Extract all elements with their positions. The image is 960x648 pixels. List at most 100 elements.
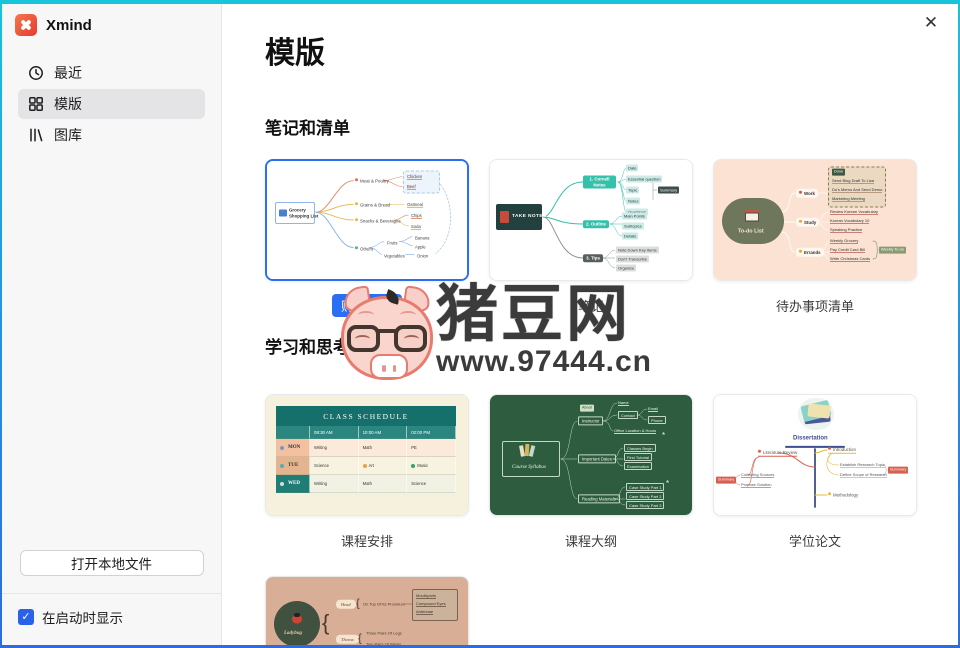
thumb-node: Reading Materials	[578, 494, 620, 503]
xmind-template-window: Xmind 最近 模版 图库 打开本地文件 ✓ 在启动时显示 ✕	[2, 4, 958, 645]
show-on-startup-checkbox[interactable]: ✓	[18, 609, 34, 625]
section-heading: 笔记和清单	[265, 114, 958, 139]
sidebar-item-library[interactable]: 图库	[18, 120, 205, 150]
thumb-node: Weekly Grocery	[830, 238, 858, 244]
app-title: Xmind	[46, 17, 92, 34]
thumb-node: TAKE NOTES	[512, 214, 547, 220]
thumb-node: Meat & Poultry	[355, 178, 389, 184]
startup-row: ✓ 在启动时显示	[2, 593, 221, 645]
thumb-node: Introduction	[828, 447, 856, 454]
template-card-takenotes[interactable]: TAKE NOTES1. Cornell NotesDateEssential …	[489, 159, 693, 281]
thumb-node: {	[358, 634, 362, 645]
thumb-node: Don't Transcribe	[616, 256, 649, 263]
thumb-node: {	[322, 612, 329, 634]
thumb-node: Review Korean Vocabulary	[830, 209, 878, 215]
thumb-node: Onion	[417, 253, 428, 258]
template-section: Ladybug{Head{On Top Of Its PronotumMouth…	[265, 576, 958, 645]
template-caption[interactable]: 待办事项清单	[713, 293, 917, 317]
thumb-node: Summary	[658, 187, 679, 194]
thumb-node: Main Points	[622, 213, 647, 220]
thumb-node: On Top Of Its Pronotum	[363, 602, 405, 607]
close-icon[interactable]: ✕	[918, 10, 944, 36]
sidebar-nav: 最近 模版 图库	[18, 58, 205, 150]
thumb-node: 1. Cornell Notes	[583, 176, 616, 189]
thumb-node: Name	[618, 400, 629, 406]
thumb-node: Banana	[415, 235, 429, 240]
thumb-node: Study	[796, 218, 819, 227]
template-caption[interactable]: 课程大纲	[489, 528, 693, 552]
template-caption[interactable]: 课程安排	[265, 528, 469, 552]
thumb-node: Organize	[616, 265, 636, 272]
thumb-node: Compound Eyes	[416, 601, 446, 607]
thumb-node	[294, 613, 300, 617]
sidebar-item-label: 模版	[54, 94, 82, 114]
thumbnail: Ladybug{Head{On Top Of Its PronotumMouth…	[266, 577, 468, 645]
class-schedule-table: CLASS SCHEDULE08:30 AM10:00 AM02:00 PMMO…	[276, 406, 456, 493]
thumb-node: Pay Credit Card Bill	[830, 247, 865, 253]
thumb-node: Head	[336, 600, 356, 609]
thumb-node: Case Study Part 3	[626, 501, 664, 509]
thumb-node: Fruits	[387, 240, 397, 245]
sidebar-bottom: 打开本地文件 ✓ 在启动时显示	[2, 550, 221, 645]
thumb-node: Speaking Practice	[830, 227, 862, 233]
thumb-node: Collecting Sources	[741, 472, 774, 478]
template-card-dissertation[interactable]: DissertationLiterature ReviewCollecting …	[713, 394, 917, 516]
sidebar-item-templates[interactable]: 模版	[18, 89, 205, 119]
sidebar: Xmind 最近 模版 图库 打开本地文件 ✓ 在启动时显示	[2, 4, 222, 645]
thumb-node: Ladybug	[284, 631, 302, 637]
thumb-node	[279, 210, 287, 217]
template-caption[interactable]: 学位论文	[713, 528, 917, 552]
template-card-schedule[interactable]: CLASS SCHEDULE08:30 AM10:00 AM02:00 PMMO…	[265, 394, 469, 516]
thumb-node: Grocery Shopping List	[289, 208, 318, 219]
thumb-node: Course Syllabus	[512, 464, 546, 471]
template-card-grocery[interactable]: Grocery Shopping List Meat & Poultry Chick…	[265, 159, 469, 281]
thumb-node: Beef	[407, 184, 416, 190]
thumbnail: DissertationLiterature ReviewCollecting …	[714, 395, 916, 515]
sections-container: 笔记和清单 Grocery Shopping List Meat & Poultry…	[265, 114, 958, 645]
thumb-node: Soda	[411, 224, 421, 230]
thumb-node: Methodology	[828, 492, 858, 498]
thumb-node: Topic	[626, 187, 639, 194]
thumb-node: Send Blog Draft To Lisa	[832, 178, 874, 184]
template-section: 笔记和清单 Grocery Shopping List Meat & Poultry…	[265, 114, 958, 317]
section-heading: 学习和思考	[265, 333, 958, 358]
thumb-node: 2. Outline	[583, 220, 609, 228]
sidebar-item-recent[interactable]: 最近	[18, 58, 205, 88]
thumb-node: Two Pairs Of Wings	[366, 642, 401, 646]
thumb-node: Snacks & Beverages	[355, 218, 401, 224]
thumb-node: Contact	[618, 411, 638, 419]
open-local-file-button[interactable]: 打开本地文件	[20, 550, 204, 576]
thumb-node: Email	[648, 406, 658, 412]
thumb-node: Chips	[411, 213, 422, 219]
template-card-syllabus[interactable]: Course SyllabusAboutInstructorNameContac…	[489, 394, 693, 516]
thumb-node: Phone	[648, 416, 666, 424]
thumb-node: Three Pairs Of Legs	[366, 631, 402, 636]
thumb-node: Establish Research Topic	[840, 462, 885, 468]
template-caption[interactable]: 笔记	[489, 293, 693, 317]
sidebar-item-label: 最近	[54, 63, 82, 83]
template-section: 学习和思考 CLASS SCHEDULE08:30 AM10:00 AM02:00…	[265, 333, 958, 552]
thumb-node: Literature Review	[758, 450, 797, 457]
template-card-ladybug[interactable]: Ladybug{Head{On Top Of Its PronotumMouth…	[265, 576, 469, 645]
thumb-node: Weekly To-do	[879, 247, 906, 254]
thumb-node: Case Study Part 1	[626, 483, 664, 491]
thumb-node: Chicken	[407, 174, 422, 180]
template-caption[interactable]: 购物清单	[265, 293, 469, 317]
library-books-icon	[28, 127, 44, 143]
template-card-todo[interactable]: To-do ListWorkDoneSend Blog Draft To Lis…	[713, 159, 917, 281]
thumb-node: Apple	[415, 244, 426, 249]
xmind-logo-icon	[15, 14, 37, 36]
thumbnail: CLASS SCHEDULE08:30 AM10:00 AM02:00 PMMO…	[266, 395, 468, 515]
thumb-node: Others	[355, 246, 373, 252]
thumb-node: Write Christmas Cards	[830, 256, 870, 262]
template-gallery: ✕ 模版 笔记和清单Grocery Shopping ListMeat & Po…	[222, 4, 958, 645]
thumb-node: Classes Begin	[624, 444, 656, 452]
thumb-node: Work	[796, 189, 818, 198]
thumb-node: Instructor	[578, 416, 603, 425]
thumb-node	[807, 403, 830, 418]
thumb-node: Important Dates	[578, 454, 616, 463]
thumb-node: Antennae	[416, 609, 433, 615]
show-on-startup-label: 在启动时显示	[42, 607, 123, 627]
thumb-node: 3. Tips	[583, 254, 603, 262]
thumb-node: *	[666, 479, 669, 489]
